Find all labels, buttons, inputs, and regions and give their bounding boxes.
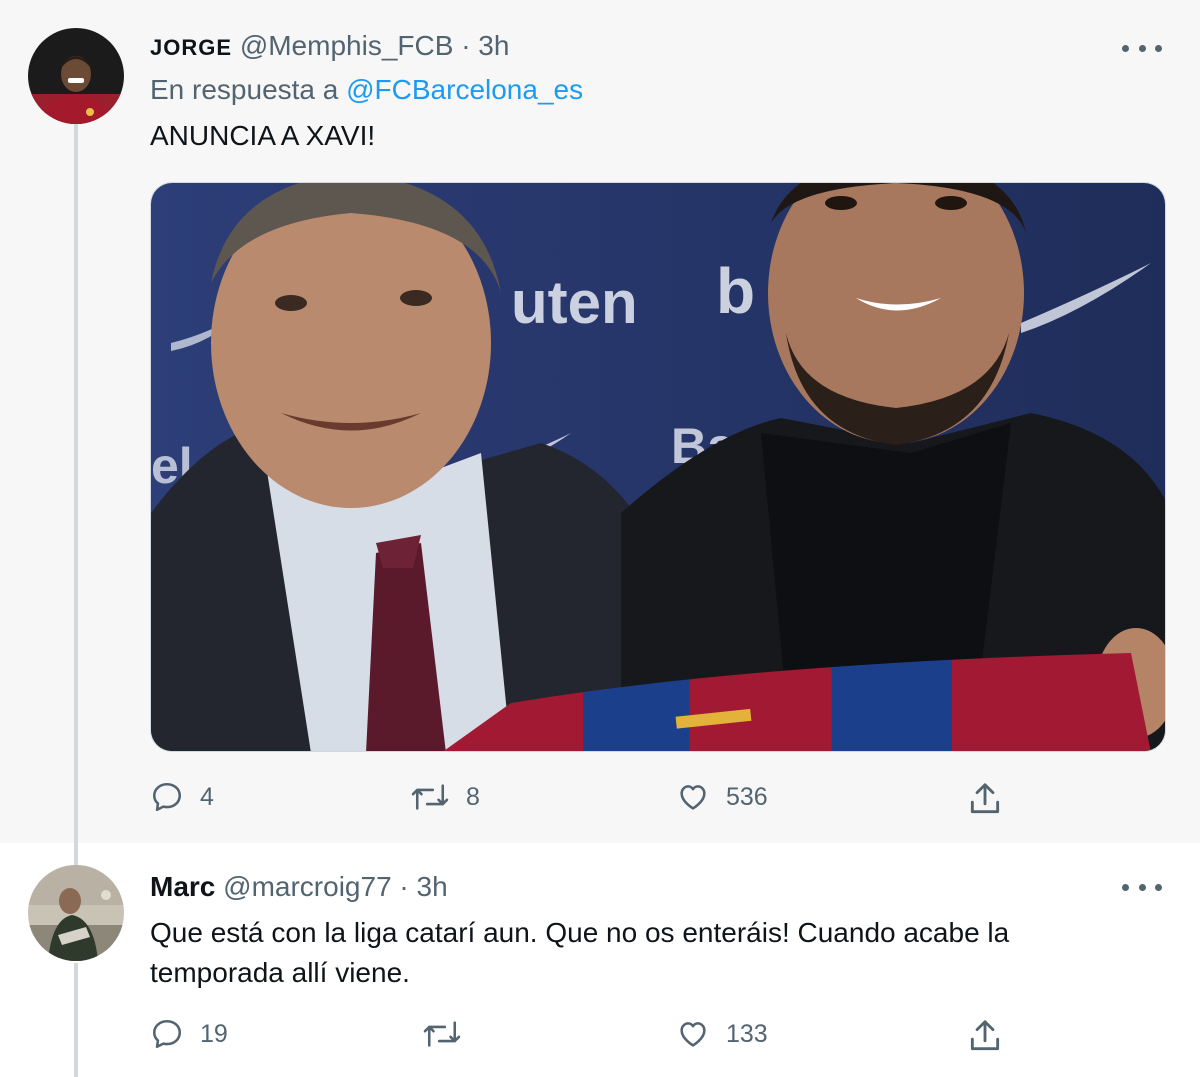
share-icon <box>970 783 1000 814</box>
tweet-actions: 19 133 <box>0 1017 1200 1057</box>
like-icon <box>680 1022 706 1047</box>
tweet-header: Marc @marcroig77 · 3h <box>150 871 448 903</box>
retweet-icon <box>411 784 449 810</box>
avatar[interactable] <box>28 28 124 124</box>
like-button[interactable]: 536 <box>676 780 768 814</box>
share-icon <box>970 1020 1000 1051</box>
timestamp[interactable]: · 3h <box>461 30 509 61</box>
share-button[interactable] <box>966 780 1004 818</box>
tweet-text: ANUNCIA A XAVI! <box>150 120 376 151</box>
retweet-count: 8 <box>466 782 480 811</box>
tweet-text: Que está con la liga catarí aun. Que no … <box>150 917 1010 988</box>
retweet-icon <box>423 1021 461 1047</box>
reply-count: 19 <box>200 1019 228 1048</box>
author-name[interactable]: Marc <box>150 871 215 902</box>
tweet-header: JORGE @Memphis_FCB · 3h <box>150 30 509 62</box>
share-button[interactable] <box>966 1017 1004 1055</box>
retweet-button[interactable]: 8 <box>410 780 480 814</box>
tweet-photo[interactable]: uten b Ba el <box>150 182 1166 752</box>
like-button[interactable]: 133 <box>676 1017 768 1051</box>
wall-text: uten <box>511 269 638 336</box>
like-count: 536 <box>726 782 768 811</box>
like-count: 133 <box>726 1019 768 1048</box>
thread-line <box>74 843 78 865</box>
reply-icon <box>152 782 182 812</box>
like-icon <box>680 785 706 810</box>
author-handle[interactable]: @marcroig77 <box>223 871 391 902</box>
reply-button[interactable]: 4 <box>150 780 214 814</box>
author-handle[interactable]: @Memphis_FCB <box>240 30 454 61</box>
wall-text: b <box>716 255 755 327</box>
more-icon[interactable] <box>1122 38 1162 58</box>
more-icon[interactable] <box>1122 877 1162 897</box>
author-name[interactable]: JORGE <box>150 35 232 60</box>
reply-prefix: En respuesta a <box>150 74 339 105</box>
avatar[interactable] <box>28 865 124 961</box>
reply-count: 4 <box>200 782 214 811</box>
reply-context: En respuesta a @FCBarcelona_es <box>150 74 583 106</box>
timestamp[interactable]: · 3h <box>399 871 447 902</box>
tweet-jorge[interactable]: JORGE @Memphis_FCB · 3h En respuesta a @… <box>0 0 1200 843</box>
reply-button[interactable]: 19 <box>150 1017 228 1051</box>
tweet-marc[interactable]: Marc @marcroig77 · 3h Que está con la li… <box>0 843 1200 1077</box>
retweet-button[interactable] <box>422 1017 478 1051</box>
reply-icon <box>152 1019 182 1049</box>
photo-illustration: uten b Ba el <box>151 183 1165 751</box>
thread-line <box>74 124 78 843</box>
reply-handle-link[interactable]: @FCBarcelona_es <box>346 74 583 105</box>
tweet-actions: 4 8 536 <box>0 780 1200 820</box>
